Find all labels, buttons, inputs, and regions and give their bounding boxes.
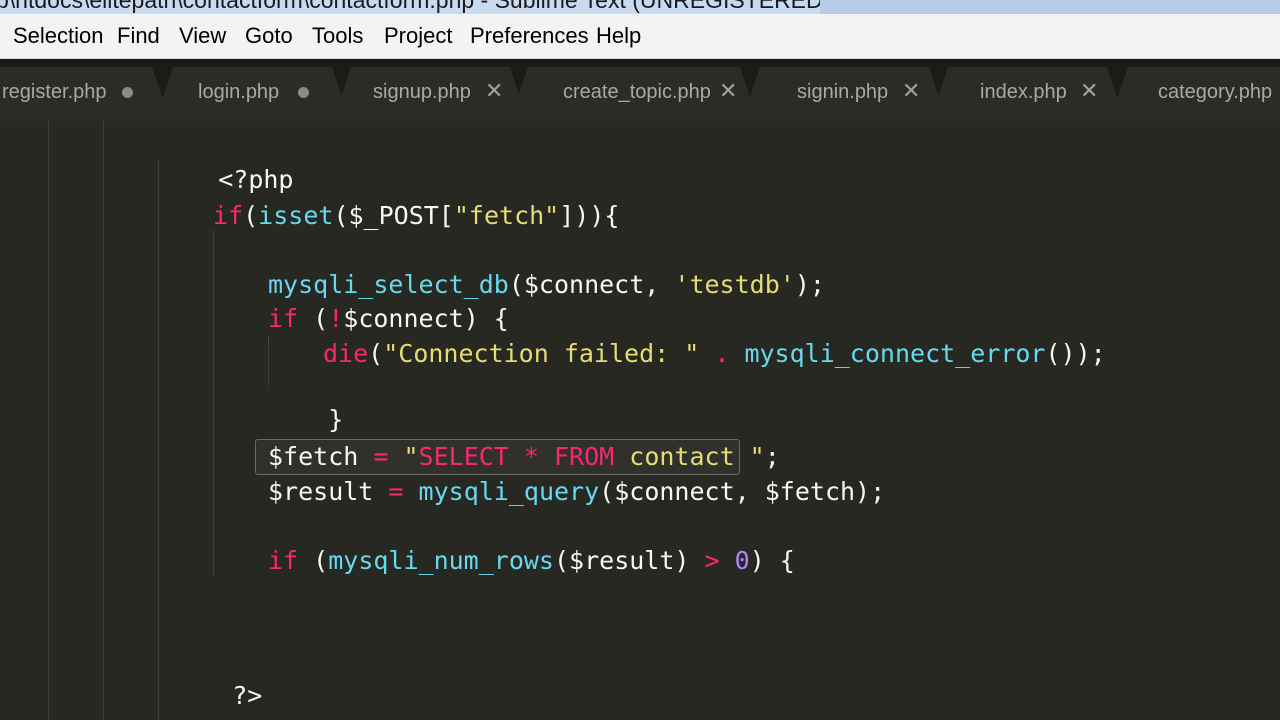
- close-x-icon[interactable]: ✕: [1080, 79, 1098, 104]
- code-line-8: $result = mysqli_query($connect, $fetch)…: [268, 476, 885, 508]
- code-token: ());: [1045, 339, 1106, 368]
- menu-tools[interactable]: Tools: [312, 23, 363, 49]
- code-token: mysqli_select_db: [268, 270, 509, 299]
- menu-preferences[interactable]: Preferences: [470, 23, 589, 49]
- code-token: contact ": [614, 442, 765, 471]
- code-line-1: <?php: [158, 132, 293, 194]
- code-token: $connect) {: [343, 304, 509, 333]
- dirty-dot-icon[interactable]: [298, 87, 309, 98]
- code-editor[interactable]: <?php if(isset($_POST["fetch"])){ mysqli…: [0, 121, 1280, 720]
- code-token: !: [328, 304, 344, 333]
- code-token: ($connect, $fetch);: [599, 477, 886, 506]
- code-line-3: mysqli_select_db($connect, 'testdb');: [268, 269, 825, 301]
- tab-label-signup[interactable]: signup.php: [373, 81, 471, 104]
- code-line-2: if(isset($_POST["fetch"])){: [213, 200, 619, 232]
- tab-label-register[interactable]: register.php: [2, 81, 107, 104]
- tab-label-login[interactable]: login.php: [198, 81, 279, 104]
- code-token: mysqli_connect_error: [744, 339, 1046, 368]
- tab-bar: register.php login.php signup.php ✕ crea…: [0, 59, 1280, 121]
- tab-label-signin[interactable]: signin.php: [797, 81, 888, 104]
- code-token: =: [373, 442, 389, 471]
- code-token: mysqli_num_rows: [328, 546, 554, 575]
- menu-bar: Selection Find View Goto Tools Project P…: [0, 14, 1280, 59]
- code-token: (: [368, 339, 384, 368]
- code-token: .: [699, 339, 745, 368]
- code-token: SELECT * FROM: [418, 442, 615, 471]
- code-token: "fetch": [453, 201, 560, 230]
- code-token: "Connection failed: ": [383, 339, 700, 368]
- code-token: ": [403, 442, 419, 471]
- tab-label-create-topic[interactable]: create_topic.php: [563, 81, 711, 104]
- menu-help[interactable]: Help: [596, 23, 641, 49]
- code-line-5: die("Connection failed: " . mysqli_conne…: [323, 338, 1106, 370]
- code-token: (: [243, 201, 259, 230]
- close-x-icon[interactable]: ✕: [485, 79, 503, 104]
- code-token: ($_POST[: [333, 201, 454, 230]
- code-line-7: $fetch = "SELECT * FROM contact ";: [268, 441, 780, 473]
- code-token: if: [268, 546, 299, 575]
- code-token: ?>: [232, 681, 263, 710]
- window-title: p\htdocs\elitepath\contactform\contactfo…: [0, 0, 831, 13]
- code-token: ;: [764, 442, 780, 471]
- menu-goto[interactable]: Goto: [245, 23, 293, 49]
- title-bar-controls-area: [820, 0, 1280, 14]
- code-token: (: [298, 304, 329, 333]
- code-token: >: [704, 546, 720, 575]
- close-x-icon[interactable]: ✕: [719, 79, 737, 104]
- code-token: $result: [268, 477, 389, 506]
- menu-project[interactable]: Project: [384, 23, 452, 49]
- code-token: =: [388, 477, 404, 506]
- code-line-10: ?>: [172, 648, 262, 710]
- code-token: if: [268, 304, 299, 333]
- menu-find[interactable]: Find: [117, 23, 160, 49]
- indent-guide: [48, 121, 49, 720]
- code-token: );: [794, 270, 825, 299]
- code-token: 'testdb': [674, 270, 795, 299]
- code-line-9: if (mysqli_num_rows($result) > 0) {: [268, 545, 795, 577]
- tab-label-index[interactable]: index.php: [980, 81, 1067, 104]
- tab-label-category[interactable]: category.php: [1158, 81, 1272, 104]
- code-token: }: [328, 405, 344, 434]
- close-x-icon[interactable]: ✕: [902, 79, 920, 104]
- title-bar: p\htdocs\elitepath\contactform\contactfo…: [0, 0, 1280, 14]
- code-token: 0: [734, 546, 750, 575]
- menu-selection[interactable]: Selection: [13, 23, 104, 49]
- code-token: (: [298, 546, 329, 575]
- code-token: ($connect,: [508, 270, 675, 299]
- code-token: mysqli_query: [418, 477, 600, 506]
- code-token: die: [323, 339, 369, 368]
- code-token: <?php: [218, 165, 294, 194]
- code-token: $fetch: [268, 442, 374, 471]
- code-token: ($result): [554, 546, 705, 575]
- code-token: ])){: [559, 201, 620, 230]
- indent-guide: [103, 121, 104, 720]
- code-token: if: [213, 201, 244, 230]
- indent-guide: [158, 161, 159, 720]
- dirty-dot-icon[interactable]: [122, 87, 133, 98]
- code-line-6: }: [268, 372, 343, 434]
- code-token: ) {: [749, 546, 795, 575]
- indent-guide: [213, 231, 214, 576]
- code-line-4: if (!$connect) {: [268, 303, 509, 335]
- menu-view[interactable]: View: [179, 23, 226, 49]
- code-token: isset: [258, 201, 334, 230]
